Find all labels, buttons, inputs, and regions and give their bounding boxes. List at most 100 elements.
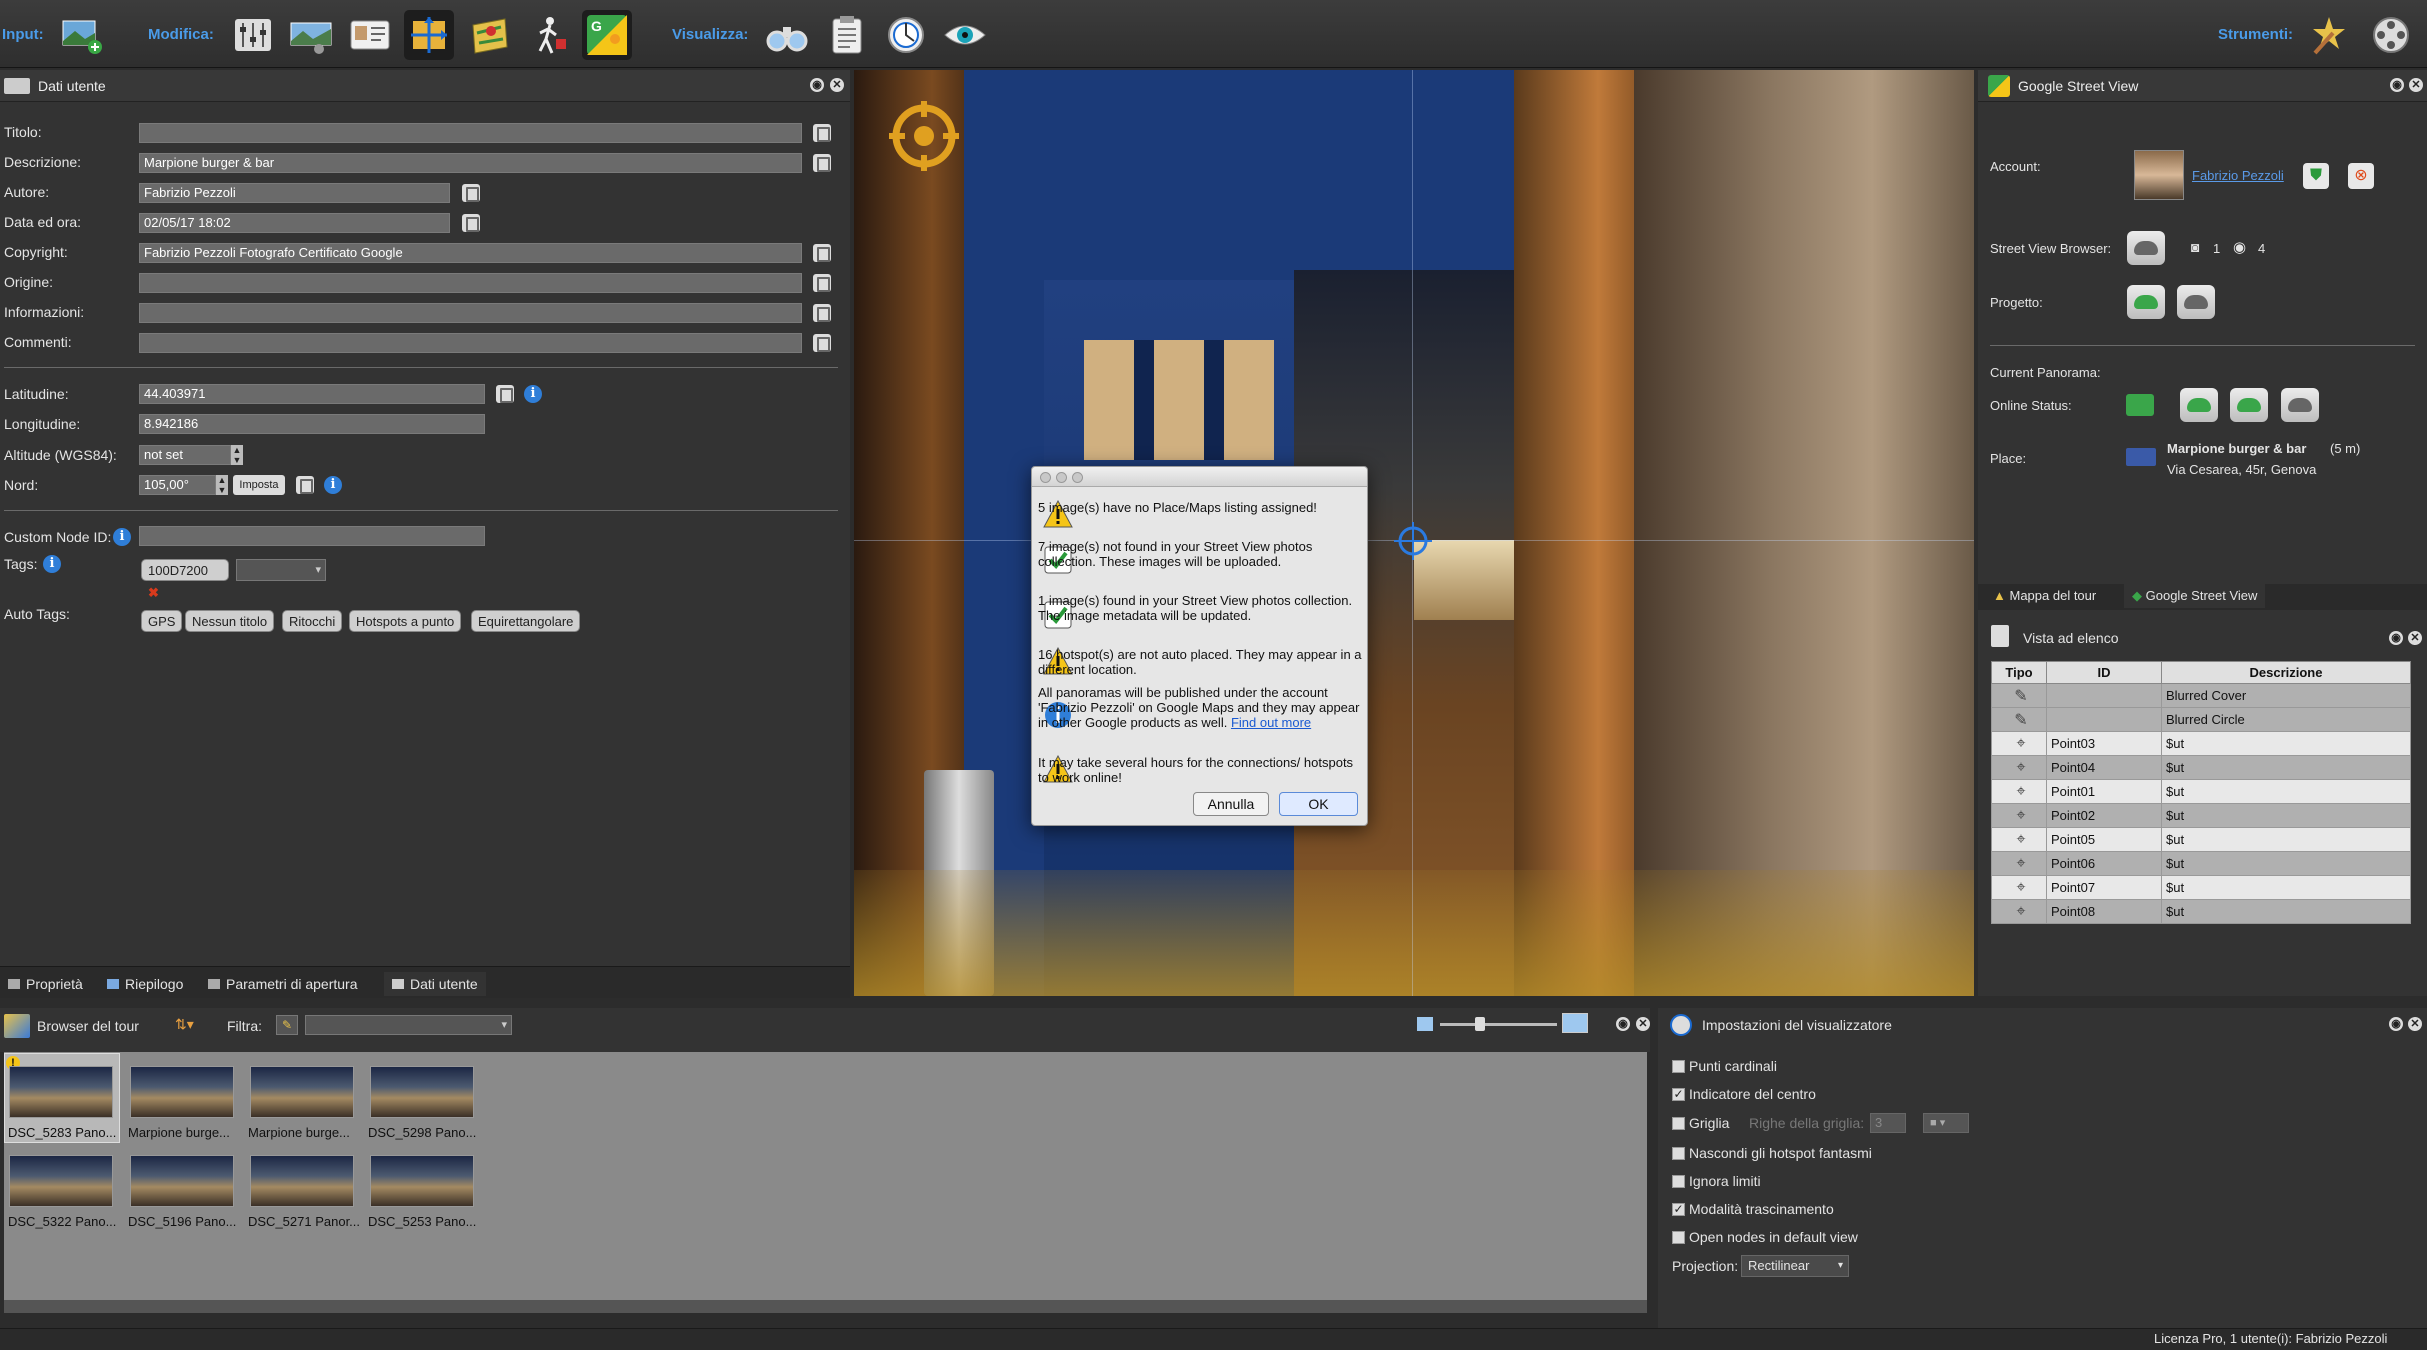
indicatore-centro-checkbox[interactable]: ✓ bbox=[1672, 1088, 1685, 1101]
panorama-thumbnail[interactable] bbox=[370, 1155, 474, 1207]
cloud-sync-button[interactable] bbox=[2177, 285, 2215, 319]
panel-close-icon[interactable]: ✕ bbox=[2408, 1017, 2422, 1031]
griglia-checkbox[interactable] bbox=[1672, 1117, 1685, 1130]
tour-path-button[interactable] bbox=[523, 10, 573, 60]
custom-node-field[interactable] bbox=[139, 526, 485, 546]
panel-close-icon[interactable]: ✕ bbox=[2409, 78, 2423, 92]
titolo-field[interactable] bbox=[139, 123, 802, 143]
projection-select[interactable]: Rectilinear ▾ bbox=[1741, 1255, 1849, 1277]
user-data-button[interactable] bbox=[345, 10, 395, 60]
horizontal-scrollbar[interactable] bbox=[4, 1300, 1647, 1313]
nord-stepper[interactable]: ▲ ▼ bbox=[216, 475, 228, 495]
panorama-thumbnail[interactable] bbox=[9, 1155, 113, 1207]
panel-close-icon[interactable]: ✕ bbox=[2408, 631, 2422, 645]
panel-float-icon[interactable]: ◉ bbox=[810, 78, 824, 92]
table-row[interactable]: ⌖ Point08 $ut bbox=[1991, 899, 2411, 924]
panel-close-icon[interactable]: ✕ bbox=[830, 78, 844, 92]
table-row[interactable]: ✎ Blurred Circle bbox=[1991, 707, 2411, 732]
column-header-id[interactable]: ID bbox=[2046, 661, 2162, 684]
auto-tag[interactable]: Nessun titolo bbox=[185, 610, 275, 632]
logout-icon[interactable]: ⊗ bbox=[2348, 163, 2374, 189]
panorama-thumbnail[interactable] bbox=[9, 1066, 113, 1118]
movie-button[interactable] bbox=[2366, 10, 2416, 60]
sort-icon[interactable]: ⇅▾ bbox=[175, 1016, 194, 1033]
panorama-viewer[interactable] bbox=[854, 70, 1974, 996]
thumbnail-size-slider[interactable] bbox=[1440, 1023, 1557, 1026]
info-icon[interactable]: i bbox=[43, 555, 61, 573]
panorama-thumbnail[interactable] bbox=[130, 1066, 234, 1118]
autore-field[interactable]: Fabrizio Pezzoli bbox=[139, 183, 450, 203]
tag-dropdown[interactable]: ▾ bbox=[236, 559, 326, 581]
info-icon[interactable]: i bbox=[324, 476, 342, 494]
table-row[interactable]: ⌖ Point03 $ut bbox=[1991, 731, 2411, 756]
commenti-field[interactable] bbox=[139, 333, 802, 353]
viewer-settings-button[interactable] bbox=[881, 10, 931, 60]
view-mode-button[interactable] bbox=[940, 10, 990, 60]
tab-google-street-view[interactable]: ◆ Google Street View bbox=[2124, 584, 2266, 608]
auto-tag[interactable]: Equirettangolare bbox=[471, 610, 581, 632]
hotspot-target-icon[interactable] bbox=[887, 99, 961, 173]
copyright-field[interactable]: Fabrizio Pezzoli Fotografo Certificato G… bbox=[139, 243, 802, 263]
panel-float-icon[interactable]: ◉ bbox=[2390, 78, 2404, 92]
panorama-thumbnail[interactable] bbox=[370, 1066, 474, 1118]
preview-button[interactable] bbox=[762, 10, 812, 60]
tag-chip[interactable]: 100D7200 ✖ bbox=[141, 559, 229, 600]
copy-button[interactable] bbox=[462, 184, 480, 202]
table-row[interactable]: ⌖ Point07 $ut bbox=[1991, 875, 2411, 900]
modalita-trascinamento-checkbox[interactable]: ✓ bbox=[1672, 1203, 1685, 1216]
table-row[interactable]: ⌖ Point04 $ut bbox=[1991, 755, 2411, 780]
place-name[interactable]: Marpione burger & bar bbox=[2167, 441, 2306, 456]
filter-tag-icon[interactable]: ✎ bbox=[276, 1015, 298, 1035]
panel-float-icon[interactable]: ◉ bbox=[2389, 1017, 2403, 1031]
copy-button[interactable] bbox=[813, 334, 831, 352]
grid-color-dropdown[interactable]: ■ ▾ bbox=[1923, 1113, 1969, 1133]
panorama-edit-button[interactable] bbox=[286, 10, 336, 60]
column-header-descrizione[interactable]: Descrizione bbox=[2161, 661, 2411, 684]
report-button[interactable] bbox=[822, 10, 872, 60]
info-icon[interactable]: i bbox=[113, 528, 131, 546]
info-icon[interactable]: i bbox=[524, 385, 542, 403]
data-field[interactable]: 02/05/17 18:02 bbox=[139, 213, 450, 233]
descrizione-field[interactable]: Marpione burger & bar bbox=[139, 153, 802, 173]
tools-button[interactable] bbox=[2304, 10, 2354, 60]
window-minimize-icon[interactable] bbox=[1056, 472, 1067, 483]
panorama-thumbnail[interactable] bbox=[250, 1066, 354, 1118]
altitude-field[interactable]: not set bbox=[139, 445, 231, 465]
table-row[interactable]: ⌖ Point02 $ut bbox=[1991, 803, 2411, 828]
cloud-download-button[interactable] bbox=[2230, 388, 2268, 422]
auto-tag[interactable]: GPS bbox=[141, 610, 183, 632]
google-street-view-button[interactable]: G bbox=[582, 10, 632, 60]
table-row[interactable]: ⌖ Point01 $ut bbox=[1991, 779, 2411, 804]
informazioni-field[interactable] bbox=[139, 303, 802, 323]
grid-rows-field[interactable]: 3 bbox=[1870, 1113, 1906, 1133]
copy-button[interactable] bbox=[813, 154, 831, 172]
cloud-delete-button[interactable] bbox=[2281, 388, 2319, 422]
tab-riepilogo[interactable]: Riepilogo bbox=[107, 972, 183, 996]
account-name-link[interactable]: Fabrizio Pezzoli bbox=[2192, 168, 2284, 183]
column-header-tipo[interactable]: Tipo bbox=[1991, 661, 2047, 684]
imposta-button[interactable]: Imposta bbox=[233, 475, 285, 495]
copy-button[interactable] bbox=[813, 274, 831, 292]
open-nodes-checkbox[interactable] bbox=[1672, 1231, 1685, 1244]
tab-mappa-del-tour[interactable]: ▲ Mappa del tour bbox=[1993, 588, 2096, 603]
panel-close-icon[interactable]: ✕ bbox=[1636, 1017, 1650, 1031]
latitudine-field[interactable]: 44.403971 bbox=[139, 384, 485, 404]
table-row[interactable]: ⌖ Point05 $ut bbox=[1991, 827, 2411, 852]
window-close-icon[interactable] bbox=[1040, 472, 1051, 483]
auto-tag[interactable]: Ritocchi bbox=[282, 610, 343, 632]
copy-button[interactable] bbox=[813, 304, 831, 322]
ignora-limiti-checkbox[interactable] bbox=[1672, 1175, 1685, 1188]
copy-button[interactable] bbox=[296, 476, 314, 494]
copy-button[interactable] bbox=[496, 385, 514, 403]
window-zoom-icon[interactable] bbox=[1072, 472, 1083, 483]
map-button[interactable] bbox=[464, 10, 514, 60]
table-row[interactable]: ✎ Blurred Cover bbox=[1991, 683, 2411, 708]
altitude-stepper[interactable]: ▲ ▼ bbox=[231, 445, 243, 465]
tab-proprieta[interactable]: Proprietà bbox=[8, 972, 83, 996]
tab-parametri[interactable]: Parametri di apertura bbox=[208, 972, 358, 996]
tab-dati-utente[interactable]: Dati utente bbox=[384, 972, 486, 996]
panorama-thumbnail[interactable] bbox=[250, 1155, 354, 1207]
cloud-browse-button[interactable] bbox=[2127, 231, 2165, 265]
add-panorama-button[interactable] bbox=[56, 10, 106, 60]
ok-button[interactable]: OK bbox=[1279, 792, 1358, 816]
